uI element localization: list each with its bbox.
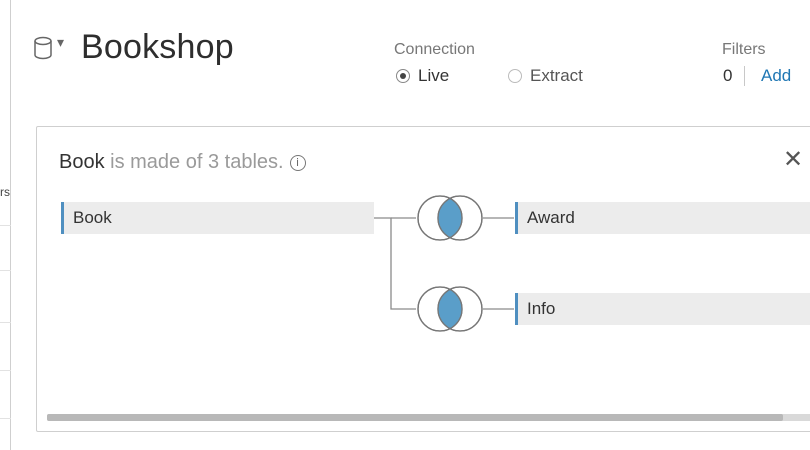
radio-unselected-icon (508, 69, 522, 83)
card-title-table: Book (59, 151, 105, 173)
left-divider (0, 225, 11, 226)
left-sidebar: rs (0, 0, 11, 450)
left-divider (0, 270, 11, 271)
table-award[interactable]: Award (515, 202, 810, 234)
left-divider (0, 370, 11, 371)
datasource-title[interactable]: Bookshop (81, 28, 234, 67)
radio-selected-icon (396, 69, 410, 83)
horizontal-scrollbar[interactable] (47, 414, 810, 421)
connection-extract-label: Extract (530, 66, 583, 85)
logical-table-card: Book is made of 3 tables. i ✕ Book Award … (36, 126, 810, 432)
connection-extract-radio[interactable]: Extract (508, 66, 583, 86)
left-panel-text-fragment: rs (0, 185, 10, 199)
left-divider (0, 418, 11, 419)
filters-divider (744, 66, 745, 86)
card-title-description: is made of 3 tables. (104, 151, 284, 173)
database-icon (34, 36, 52, 60)
join-connectors (374, 195, 514, 332)
inner-join-icon[interactable] (417, 195, 483, 241)
info-icon[interactable]: i (289, 155, 306, 171)
connection-live-label: Live (418, 66, 450, 85)
close-button[interactable]: ✕ (783, 145, 803, 173)
table-book[interactable]: Book (61, 202, 374, 234)
connection-live-radio[interactable]: Live (396, 66, 449, 86)
filters-label: Filters (722, 41, 766, 58)
scrollbar-thumb[interactable] (47, 414, 783, 421)
datasource-menu-caret[interactable]: ▾ (57, 34, 64, 51)
left-divider (0, 322, 11, 323)
inner-join-icon[interactable] (417, 286, 483, 332)
table-info[interactable]: Info (515, 293, 810, 325)
filters-add-link[interactable]: Add (761, 66, 791, 86)
datasource-header: ▾ Bookshop Connection Live Extract Filte… (11, 0, 810, 120)
filters-count: 0 (723, 66, 733, 85)
connection-label: Connection (394, 41, 475, 58)
card-title: Book is made of 3 tables. i (59, 151, 306, 174)
